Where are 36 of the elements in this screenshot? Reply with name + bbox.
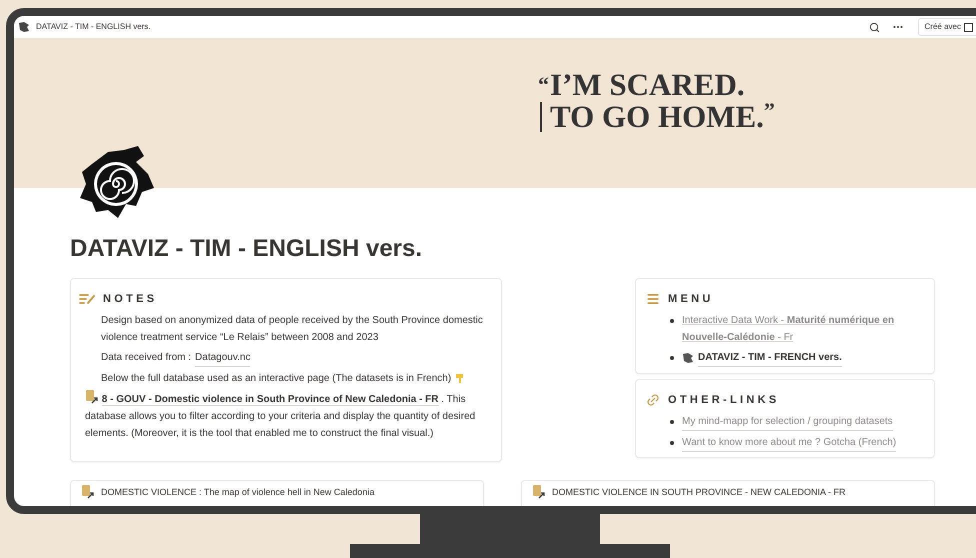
quote-line: I’M SCARED. <box>550 70 746 100</box>
app-logo-icon <box>964 22 973 32</box>
bullet-icon <box>670 420 674 424</box>
pointing-hand-icon <box>455 372 464 384</box>
made-with-badge[interactable]: Créé avec <box>918 18 976 36</box>
card-title: DOMESTIC VIOLENCE IN SOUTH PROVINCE - NEW CALEDONIA - FR <box>552 486 846 499</box>
search-icon[interactable] <box>868 22 880 32</box>
section-heading: OTHER-LINKS <box>668 393 780 408</box>
bullet-icon <box>670 440 674 444</box>
quote-mark: ” <box>764 100 775 122</box>
page-icon <box>18 21 30 33</box>
document-icon <box>81 485 95 499</box>
window-title: DATAVIZ - TIM - ENGLISH vers. <box>36 21 152 33</box>
external-link[interactable]: Want to know more about me ? Gotcha (French) <box>682 434 896 452</box>
database-icon <box>85 390 99 404</box>
made-with-label: Créé avec <box>924 21 961 33</box>
bullet-icon <box>670 318 674 322</box>
notes-paragraph: Below the full database used as an interactive page (The datasets is in French) <box>101 372 452 386</box>
database-link[interactable]: 8 - GOUV - Domestic violence in South Province of New Caledonia - FR <box>102 394 439 406</box>
notes-paragraph: 8 - GOUV - Domestic violence in South Province of New Caledonia - FR . This database allows you to filter according to your criteria and display the quantity of desired elements. (Moreover, it is the tool that enabled me to construct the final visual.) <box>85 390 491 442</box>
section-heading: NOTES <box>103 292 158 307</box>
page-title: DATAVIZ - TIM - ENGLISH vers. <box>70 234 424 264</box>
notes-icon <box>79 292 95 306</box>
quote-mark: “ <box>538 74 550 96</box>
section-heading: MENU <box>668 292 714 307</box>
bullet-icon <box>670 356 674 360</box>
menu-icon <box>646 292 660 306</box>
card-title: DOMESTIC VIOLENCE : The map of violence hell in New Caledonia <box>101 486 374 499</box>
menu-link[interactable]: DATAVIZ - TIM - FRENCH vers. <box>698 348 842 366</box>
document-icon <box>532 485 546 499</box>
source-link[interactable]: Datagouv.nc <box>195 348 250 366</box>
quote-line: TO GO HOME. <box>550 100 764 134</box>
page-icon <box>682 352 694 364</box>
notes-paragraph: Design based on anonymized data of people received by the South Province domestic violence treatment service “Le Relais” between 2008 and 2023 <box>101 314 484 344</box>
turtle-logo-icon <box>78 144 156 220</box>
notes-paragraph: Data received from : <box>101 350 192 364</box>
